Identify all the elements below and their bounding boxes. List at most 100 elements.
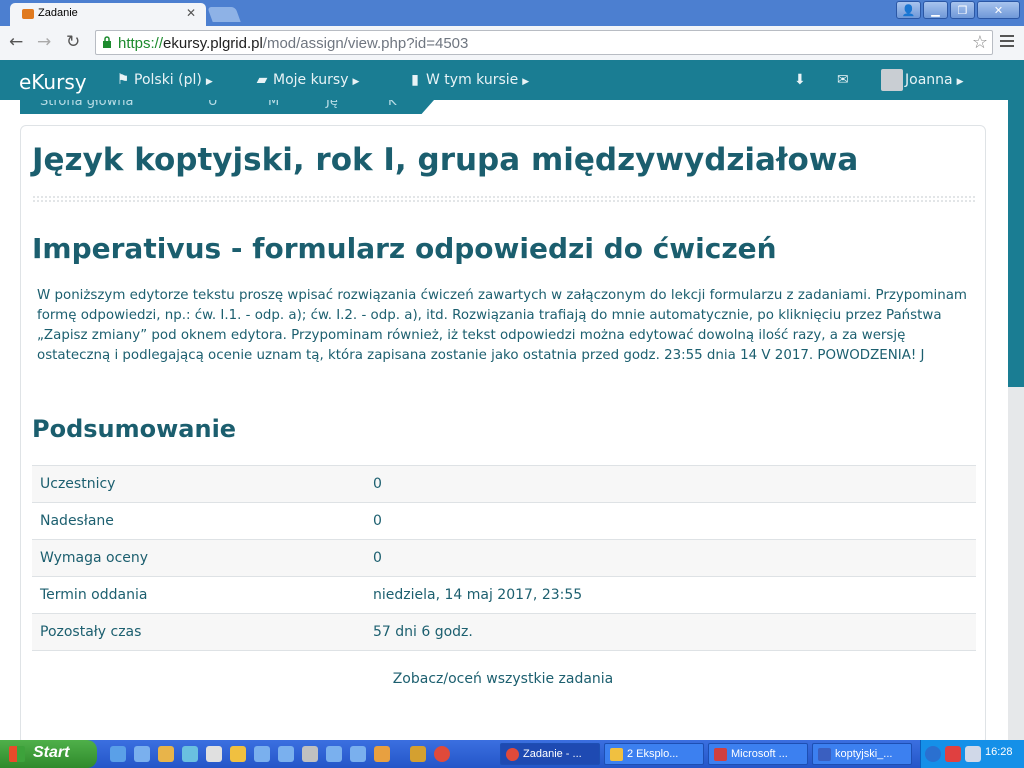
briefcase-icon: ▰ [256,72,268,88]
table-row: Nadesłane 0 [32,503,976,540]
moodle-favicon-icon [22,9,34,19]
taskbar-item-label: Microsoft ... [731,748,788,760]
table-row: Termin oddania niedziela, 14 maj 2017, 23… [32,577,976,614]
quicklaunch-icon[interactable] [326,746,342,762]
this-course-label: W tym kursie [426,72,519,88]
browser-tab[interactable]: Zadanie ✕ [10,3,206,26]
quicklaunch-icon[interactable] [410,746,426,762]
download-icon[interactable]: ⬇ [794,72,806,88]
quicklaunch-icon[interactable] [158,746,174,762]
summary-label: Nadesłane [40,513,114,529]
bookmark-star-icon[interactable]: ☆ [972,32,988,53]
caret-right-icon: ▶ [522,77,530,87]
taskbar-item[interactable]: Zadanie - ... [500,743,600,765]
assignment-intro: W poniższym edytorze tekstu proszę wpisa… [37,288,967,363]
browser-menu-icon[interactable] [1000,35,1014,50]
network-icon[interactable] [965,746,981,762]
back-arrow-icon[interactable]: ← [9,32,23,52]
breadcrumb-item[interactable]: U [208,100,218,109]
summary-value: 57 dni 6 godz. [373,624,473,640]
clock: 16:28 [985,746,1013,758]
word-icon [818,748,831,761]
window-controls: 👤 ▁ ❐ ✕ [896,1,1020,19]
quicklaunch-icon[interactable] [254,746,270,762]
address-bar[interactable]: https://ekursy.plgrid.pl/mod/assign/view… [95,30,993,55]
quicklaunch-icon[interactable] [302,746,318,762]
browser-toolbar: ← → ↻ https://ekursy.plgrid.pl/mod/assig… [0,26,1024,61]
reload-icon[interactable]: ↻ [66,32,80,52]
browser-tab-strip: Zadanie ✕ 👤 ▁ ❐ ✕ [0,0,1024,26]
app-icon [714,748,727,761]
language-menu[interactable]: ⚑ Polski (pl) ▶ [116,72,213,88]
summary-value: 0 [373,476,382,492]
breadcrumb-home[interactable]: Strona główna [40,100,133,109]
divider [32,195,976,203]
start-label: Start [33,744,70,761]
summary-label: Pozostały czas [40,624,142,640]
quicklaunch-icon[interactable] [230,746,246,762]
user-menu[interactable]: Joanna ▶ [905,72,964,88]
summary-heading: Podsumowanie [32,415,237,443]
quicklaunch-icon[interactable] [374,746,390,762]
quicklaunch-icon[interactable] [110,746,126,762]
summary-value: 0 [373,550,382,566]
view-grade-all-link[interactable]: Zobacz/oceń wszystkie zadania [21,671,985,687]
chrome-icon[interactable] [434,746,450,762]
tab-close-icon[interactable]: ✕ [186,6,196,20]
breadcrumb-item[interactable]: K [388,100,397,109]
close-window-icon[interactable]: ✕ [977,1,1020,19]
maximize-icon[interactable]: ❐ [950,1,975,19]
assignment-title: Imperativus - formularz odpowiedzi do ćw… [32,232,777,265]
url-host: ekursy.plgrid.pl [163,35,263,52]
table-row: Pozostały czas 57 dni 6 godz. [32,614,976,651]
summary-label: Wymaga oceny [40,550,149,566]
this-course-menu[interactable]: ▮ W tym kursie ▶ [408,72,529,88]
caret-right-icon: ▶ [352,77,360,87]
start-button[interactable]: Start [0,740,97,768]
envelope-icon[interactable]: ✉ [837,72,849,88]
avatar[interactable] [881,69,903,91]
breadcrumb-item[interactable]: M [268,100,279,109]
my-courses-menu[interactable]: ▰ Moje kursy ▶ [255,72,360,88]
scrollbar-thumb[interactable] [1008,60,1024,387]
table-row: Wymaga oceny 0 [32,540,976,577]
system-tray: 16:28 [920,740,1024,768]
url-scheme: https:// [118,35,164,52]
breadcrumb-item[interactable]: Ję [326,100,338,109]
forward-arrow-icon[interactable]: → [37,32,51,52]
quicklaunch-icon[interactable] [350,746,366,762]
taskbar-item[interactable]: 2 Eksplo... [604,743,704,765]
summary-value: niedziela, 14 maj 2017, 23:55 [373,587,583,603]
summary-value: 0 [373,513,382,529]
tray-chevron-icon[interactable] [925,746,941,762]
folder-icon [610,748,623,761]
summary-table: Uczestnicy 0 Nadesłane 0 Wymaga oceny 0 Ter… [32,465,976,651]
url-text: https://ekursy.plgrid.pl/mod/assign/view… [118,35,468,52]
windows-logo-icon [9,746,25,762]
windows-taskbar: Start Zadanie - ... 2 Eksplo... Microsof… [0,740,1024,768]
new-tab-button[interactable] [207,7,241,22]
user-profile-icon[interactable]: 👤 [896,1,921,19]
user-name: Joanna [905,72,953,88]
table-row: Uczestnicy 0 [32,466,976,503]
taskbar-item[interactable]: Microsoft ... [708,743,808,765]
quicklaunch-icon[interactable] [134,746,150,762]
taskbar-item-label: Zadanie - ... [523,748,582,760]
tray-app-icon[interactable] [945,746,961,762]
chrome-icon [506,748,519,761]
flag-icon: ⚑ [116,72,130,88]
minimize-icon[interactable]: ▁ [923,1,948,19]
url-path: /mod/assign/view.php?id=4503 [262,35,469,52]
summary-label: Termin oddania [40,587,148,603]
my-courses-label: Moje kursy [273,72,349,88]
quicklaunch-icon[interactable] [182,746,198,762]
site-navbar: eKursy ⚑ Polski (pl) ▶ ▰ Moje kursy ▶ ▮ W tym… [0,60,1008,100]
quicklaunch-icon[interactable] [206,746,222,762]
quicklaunch-icon[interactable] [278,746,294,762]
caret-right-icon: ▶ [205,77,213,87]
breadcrumb: Strona główna U M Ję K [20,100,434,114]
site-brand[interactable]: eKursy [19,70,87,94]
book-icon: ▮ [411,72,419,88]
taskbar-item[interactable]: koptyjski_... [812,743,912,765]
summary-label: Uczestnicy [40,476,116,492]
